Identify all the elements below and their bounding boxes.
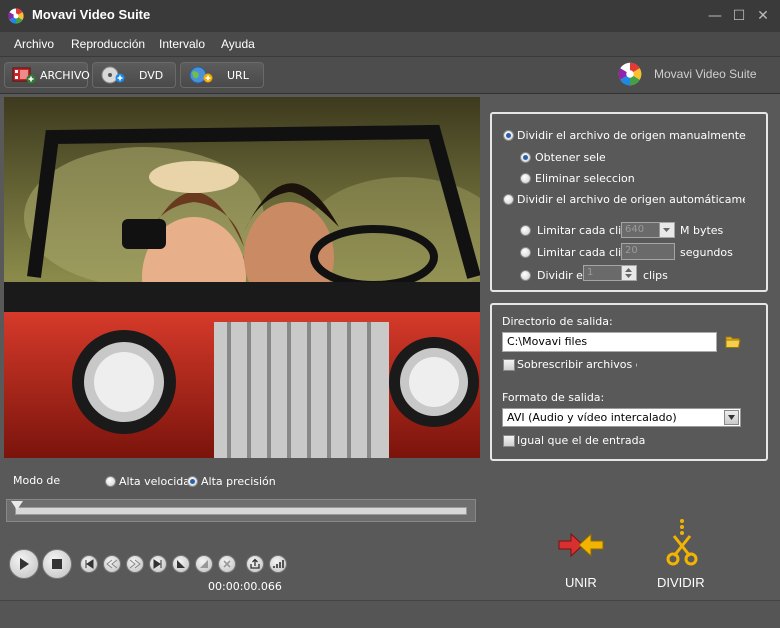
menu-bar: Archivo Reproducción Intervalo Ayuda xyxy=(0,32,780,57)
output-format-select[interactable]: AVI (Audio y vídeo intercalado) xyxy=(502,408,741,427)
export-icon xyxy=(250,558,260,569)
video-preview[interactable] xyxy=(4,97,480,458)
mark-in-icon xyxy=(177,560,185,568)
output-dir-input[interactable]: C:\Movavi files xyxy=(502,332,717,352)
minimize-button[interactable]: — xyxy=(704,6,726,26)
movavi-brand-icon xyxy=(618,62,642,86)
limit-time-value: 20 xyxy=(625,245,638,256)
rewind-button[interactable] xyxy=(103,555,121,573)
delete-selection-button[interactable] xyxy=(218,555,236,573)
timeline-track[interactable] xyxy=(15,507,467,515)
film-add-icon xyxy=(12,67,36,84)
limit-time-input[interactable]: 20 xyxy=(621,243,675,260)
mode-label: Modo de xyxy=(13,474,61,487)
mode-precise-label: Alta precisión xyxy=(201,475,276,488)
divide-count-value: 1 xyxy=(587,267,594,278)
dvd-button[interactable]: DVD xyxy=(92,62,176,88)
limit-size-unit: M bytes xyxy=(680,224,724,237)
chevron-down-icon xyxy=(724,410,739,425)
divide-count-label: Dividir en xyxy=(537,269,583,282)
folder-icon[interactable] xyxy=(725,335,741,349)
play-icon xyxy=(20,558,29,570)
archivo-label: ARCHIVO xyxy=(40,69,90,82)
skip-end-icon xyxy=(153,559,162,569)
mark-out-icon xyxy=(200,560,208,568)
window-title: Movavi Video Suite xyxy=(32,7,151,22)
export-frame-button[interactable] xyxy=(246,555,264,573)
rewind-icon xyxy=(106,559,118,569)
fast-forward-button[interactable] xyxy=(126,555,144,573)
fast-forward-icon xyxy=(129,559,141,569)
divide-count-radio[interactable] xyxy=(520,270,531,281)
stop-icon xyxy=(52,559,62,569)
delete-icon xyxy=(223,560,231,568)
close-button[interactable]: ✕ xyxy=(752,6,774,26)
skip-start-icon xyxy=(85,559,94,569)
chevron-down-icon xyxy=(659,223,674,237)
divide-count-stepper[interactable]: 1 xyxy=(583,265,637,281)
eliminar-radio[interactable] xyxy=(520,173,531,184)
split-auto-radio[interactable] xyxy=(503,194,514,205)
obtener-label: Obtener selecc xyxy=(535,151,605,164)
same-as-input-label: Igual que el de entrada xyxy=(517,434,646,447)
go-end-button[interactable] xyxy=(149,555,167,573)
limit-size-select[interactable]: 640 xyxy=(621,222,675,238)
timecode: 00:00:00.066 xyxy=(208,580,282,593)
join-label[interactable]: UNIR xyxy=(565,575,597,590)
menu-archivo[interactable]: Archivo xyxy=(14,37,54,51)
title-bar: Movavi Video Suite — ☐ ✕ xyxy=(0,0,780,32)
go-start-button[interactable] xyxy=(80,555,98,573)
eliminar-label: Eliminar seleccion xyxy=(535,172,635,185)
split-manual-radio[interactable] xyxy=(503,130,514,141)
mode-precise-radio[interactable] xyxy=(187,476,198,487)
brand-text: Movavi Video Suite xyxy=(654,67,757,81)
overwrite-label: Sobrescribir archivos exis xyxy=(517,358,637,371)
globe-add-icon xyxy=(189,66,213,84)
mode-fast-radio[interactable] xyxy=(105,476,116,487)
split-label[interactable]: DIVIDIR xyxy=(657,575,705,590)
dvd-label: DVD xyxy=(139,69,164,82)
split-auto-label: Dividir el archivo de origen automáticam… xyxy=(517,193,745,206)
divide-count-unit: clips xyxy=(643,269,668,282)
limit-size-value: 640 xyxy=(625,224,645,235)
play-button[interactable] xyxy=(9,549,39,579)
timeline-slider[interactable] xyxy=(6,499,476,522)
output-dir-label: Directorio de salida: xyxy=(502,315,613,328)
obtener-radio[interactable] xyxy=(520,152,531,163)
mode-fast-label: Alta velocida xyxy=(119,475,191,488)
menu-intervalo[interactable]: Intervalo xyxy=(159,37,205,51)
output-format-label: Formato de salida: xyxy=(502,391,605,404)
join-icon[interactable] xyxy=(557,527,605,563)
same-as-input-checkbox[interactable] xyxy=(503,435,515,447)
stop-button[interactable] xyxy=(42,549,72,579)
open-file-button[interactable]: ARCHIVO xyxy=(4,62,90,88)
menu-ayuda[interactable]: Ayuda xyxy=(221,37,255,51)
status-bar xyxy=(0,600,780,628)
split-manual-label: Dividir el archivo de origen manualmente xyxy=(517,129,746,142)
url-label: URL xyxy=(227,69,249,82)
timeline-thumb[interactable] xyxy=(11,501,23,510)
brand-logo: Movavi Video Suite xyxy=(618,62,768,86)
movavi-logo-icon xyxy=(8,8,24,24)
limit-time-radio[interactable] xyxy=(520,247,531,258)
volume-button[interactable] xyxy=(269,555,287,573)
output-dir-value: C:\Movavi files xyxy=(507,335,588,348)
limit-size-radio[interactable] xyxy=(520,225,531,236)
mark-in-button[interactable] xyxy=(172,555,190,573)
stepper-arrows-icon[interactable] xyxy=(621,266,636,280)
volume-icon xyxy=(273,560,284,568)
dvd-add-icon xyxy=(101,66,125,84)
maximize-button[interactable]: ☐ xyxy=(728,6,750,26)
url-button[interactable]: URL xyxy=(180,62,264,88)
overwrite-checkbox[interactable] xyxy=(503,359,515,371)
menu-reproduccion[interactable]: Reproducción xyxy=(71,37,145,51)
limit-time-unit: segundos xyxy=(680,246,733,259)
limit-time-label: Limitar cada clip a xyxy=(537,246,621,259)
limit-size-label: Limitar cada clip a xyxy=(537,224,621,237)
mark-out-button[interactable] xyxy=(195,555,213,573)
output-format-value: AVI (Audio y vídeo intercalado) xyxy=(507,411,677,424)
scissors-icon[interactable] xyxy=(664,518,700,566)
